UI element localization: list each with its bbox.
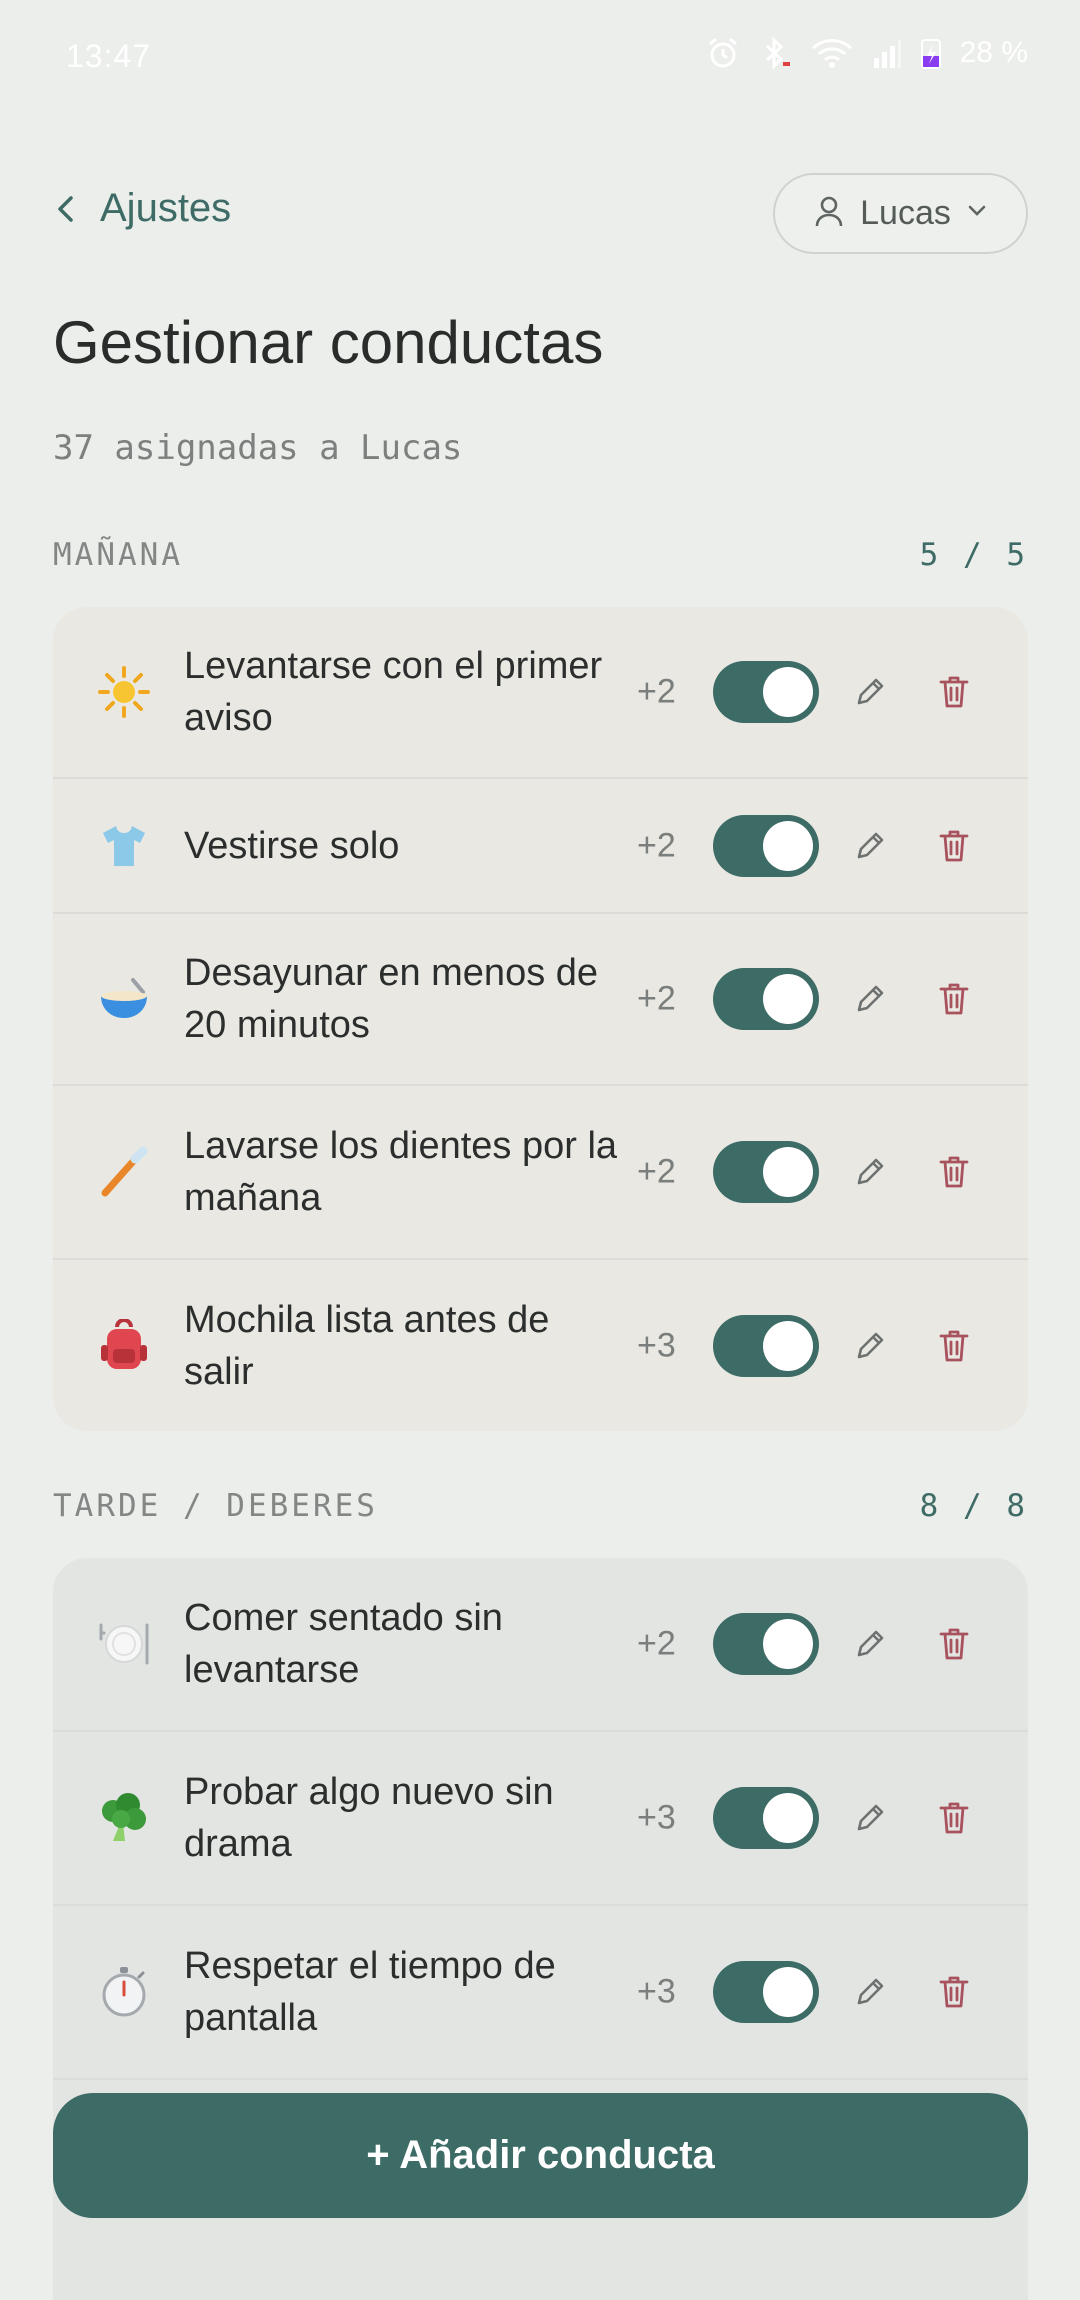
page-subtitle: 37 asignadas a Lucas: [53, 428, 463, 468]
toggle-knob: [763, 1147, 813, 1197]
chevron-left-icon: [54, 192, 76, 226]
behavior-points: +3: [637, 1798, 676, 1837]
section-name: MAÑANA: [53, 537, 183, 573]
back-button[interactable]: Ajustes: [54, 186, 231, 231]
behavior-card-manana: Levantarse con el primer aviso +2 Vestir…: [53, 607, 1028, 1431]
behavior-points: +2: [637, 1624, 676, 1663]
trash-icon[interactable]: [938, 828, 970, 864]
pencil-icon[interactable]: [853, 1801, 887, 1835]
alarm-icon: [706, 36, 740, 70]
wifi-icon: [810, 36, 854, 70]
behavior-toggle[interactable]: [713, 1141, 819, 1203]
status-icons: 28 %: [706, 36, 1028, 70]
behavior-row: Comer sentado sin levantarse +2: [53, 1558, 1028, 1732]
pencil-icon[interactable]: [853, 1155, 887, 1189]
battery-percent: 28 %: [959, 36, 1028, 69]
behavior-row: Lavarse los dientes por la mañana +2: [53, 1086, 1028, 1260]
toggle-knob: [763, 1967, 813, 2017]
behavior-points: +2: [637, 1152, 676, 1191]
user-selector-label: Lucas: [860, 194, 951, 232]
section-header-manana: MAÑANA 5 / 5: [53, 537, 1028, 573]
pencil-icon[interactable]: [853, 982, 887, 1016]
user-icon: [814, 194, 844, 233]
behavior-toggle[interactable]: [713, 1787, 819, 1849]
trash-icon[interactable]: [938, 1800, 970, 1836]
behavior-points: +2: [637, 979, 676, 1018]
toothbrush-icon: [97, 1145, 151, 1199]
behavior-row: Respetar el tiempo de pantalla +3: [53, 1906, 1028, 2080]
behavior-label: Vestirse solo: [184, 824, 400, 867]
pencil-icon[interactable]: [853, 1975, 887, 2009]
back-label: Ajustes: [100, 186, 232, 230]
backpack-icon: [97, 1318, 151, 1373]
trash-icon[interactable]: [938, 981, 970, 1017]
behavior-points: +3: [637, 1972, 676, 2011]
bowl-icon: [97, 972, 151, 1026]
bluetooth-icon: [758, 36, 792, 70]
behavior-toggle[interactable]: [713, 968, 819, 1030]
behavior-points: +3: [637, 1326, 676, 1364]
section-count: 8 / 8: [919, 1488, 1028, 1524]
pencil-icon[interactable]: [853, 675, 887, 709]
behavior-toggle[interactable]: [713, 661, 819, 723]
plate-icon: [97, 1617, 151, 1671]
section-count: 5 / 5: [919, 537, 1028, 573]
behavior-row: Vestirse solo +2: [53, 779, 1028, 914]
pencil-icon[interactable]: [853, 1329, 887, 1363]
trash-icon[interactable]: [938, 674, 970, 710]
status-time: 13:47: [66, 38, 152, 74]
behavior-row: Desayunar en menos de 20 minutos +2: [53, 914, 1028, 1086]
pencil-icon[interactable]: [853, 1627, 887, 1661]
behavior-toggle[interactable]: [713, 1314, 819, 1377]
trash-icon[interactable]: [938, 1328, 970, 1364]
pencil-icon[interactable]: [853, 829, 887, 863]
behavior-row: Levantarse con el primer aviso +2: [53, 607, 1028, 779]
toggle-knob: [763, 667, 813, 717]
behavior-label: Probar algo nuevo sin drama: [184, 1771, 554, 1865]
screen: 13:47 28 % Ajustes Lucas Gestionar condu…: [0, 0, 1080, 2300]
toggle-knob: [763, 1619, 813, 1669]
trash-icon[interactable]: [938, 1974, 970, 2010]
behavior-toggle[interactable]: [713, 1613, 819, 1675]
section-name: TARDE / DEBERES: [53, 1488, 378, 1524]
behavior-row: Mochila lista antes de salir +3: [53, 1260, 1028, 1431]
behavior-toggle[interactable]: [713, 814, 819, 877]
behavior-label: Desayunar en menos de 20 minutos: [184, 952, 599, 1046]
section-header-tarde: TARDE / DEBERES 8 / 8: [53, 1488, 1028, 1524]
trash-icon[interactable]: [938, 1154, 970, 1190]
behavior-label: Lavarse los dientes por la mañana: [184, 1125, 618, 1219]
behavior-row: Probar algo nuevo sin drama +3: [53, 1732, 1028, 1906]
stopwatch-icon: [97, 1965, 151, 2019]
behavior-label: Comer sentado sin levantarse: [184, 1597, 503, 1691]
behavior-label: Respetar el tiempo de pantalla: [184, 1945, 556, 2039]
broccoli-icon: [97, 1791, 151, 1845]
toggle-knob: [763, 820, 813, 871]
behavior-points: +2: [637, 672, 676, 711]
signal-icon: [872, 36, 902, 70]
toggle-knob: [763, 1320, 813, 1371]
behavior-toggle[interactable]: [713, 1961, 819, 2023]
sun-icon: [97, 665, 151, 719]
toggle-knob: [763, 1793, 813, 1843]
user-selector[interactable]: Lucas: [773, 173, 1028, 254]
behavior-label: Levantarse con el primer aviso: [184, 645, 603, 739]
chevron-down-icon: [967, 204, 987, 223]
trash-icon[interactable]: [938, 1626, 970, 1662]
behavior-label: Mochila lista antes de salir: [184, 1298, 550, 1393]
battery-charging-icon: [920, 36, 942, 70]
page-title: Gestionar conductas: [53, 309, 604, 376]
status-bar: 13:47 28 %: [0, 0, 1080, 118]
tshirt-icon: [97, 819, 151, 873]
behavior-points: +2: [637, 826, 676, 864]
toggle-knob: [763, 974, 813, 1024]
add-behavior-button[interactable]: + Añadir conducta: [53, 2093, 1028, 2218]
